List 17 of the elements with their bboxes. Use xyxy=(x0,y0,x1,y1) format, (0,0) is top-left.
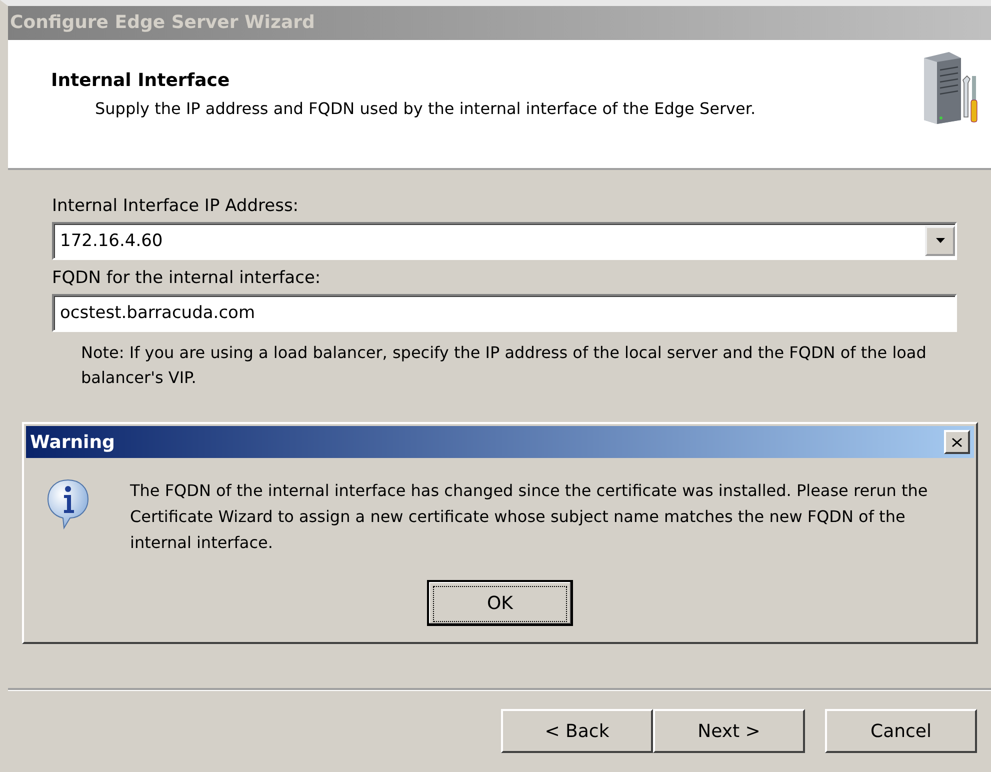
back-button[interactable]: < Back xyxy=(501,709,653,753)
close-button[interactable] xyxy=(944,430,970,454)
page-title: Internal Interface xyxy=(51,70,231,91)
ip-address-dropdown[interactable]: 172.16.4.60 xyxy=(52,222,957,260)
cancel-button[interactable]: Cancel xyxy=(825,709,977,753)
ok-button[interactable]: OK xyxy=(427,580,573,626)
info-icon xyxy=(46,478,90,530)
load-balancer-note: Note: If you are using a load balancer, specify the IP address of the local server and the FQDN of the load balancer's VIP. xyxy=(81,342,928,389)
field-label: Internal Interface IP Address: xyxy=(52,196,300,216)
window-title: Configure Edge Server Wizard xyxy=(8,6,991,40)
field-label: FQDN for the internal interface: xyxy=(52,268,322,288)
fqdn-input-field[interactable]: ocstest.barracuda.com xyxy=(52,294,957,332)
next-button[interactable]: Next > xyxy=(653,709,805,753)
dialog-title: Warning xyxy=(30,432,115,452)
close-icon[interactable] xyxy=(952,438,962,446)
warning-message: The FQDN of the internal interface has changed since the certificate was installed. Please rerun the Certificate Wizard to assign a new certificate whose subject name matches the new FQDN of the internal interface. xyxy=(130,480,929,554)
page-description: Supply the IP address and FQDN used by the internal interface of the Edge Server. xyxy=(95,98,757,120)
